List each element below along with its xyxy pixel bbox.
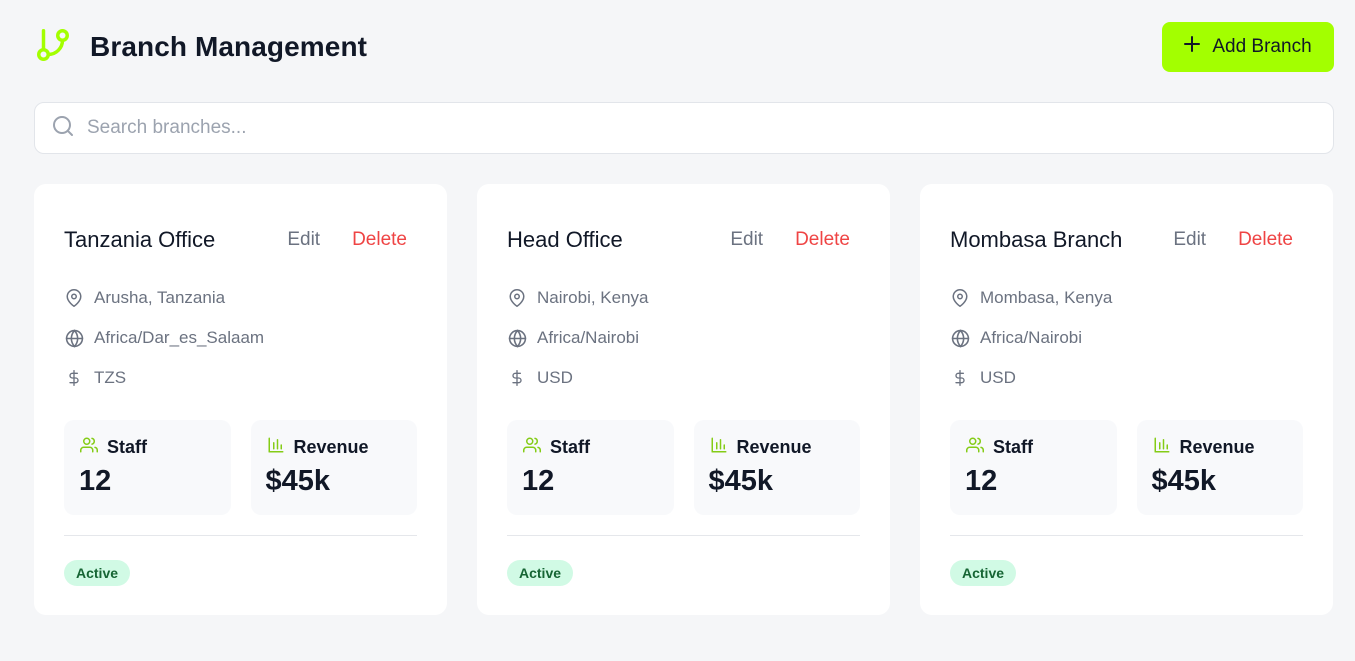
map-pin-icon <box>950 288 970 308</box>
page-title: Branch Management <box>90 31 368 62</box>
title-group: Branch Management <box>34 26 367 69</box>
map-pin-icon <box>507 288 527 308</box>
location-text: Arusha, Tanzania <box>94 288 226 307</box>
dollar-icon <box>64 368 84 388</box>
git-branch-icon <box>34 26 72 69</box>
globe-icon <box>64 328 84 348</box>
card-divider <box>64 535 417 536</box>
location-text: Nairobi, Kenya <box>537 288 649 307</box>
branch-location: Nairobi, Kenya <box>507 278 860 318</box>
globe-icon <box>950 328 970 348</box>
staff-label: Staff <box>107 437 147 457</box>
branch-card: Head Office Edit Delete Nairobi, Kenya A… <box>477 184 890 615</box>
map-pin-icon <box>64 288 84 308</box>
revenue-stat: Revenue $45k <box>693 420 860 515</box>
staff-stat: Staff 12 <box>950 420 1117 515</box>
users-icon <box>965 436 985 459</box>
search-input[interactable] <box>87 117 1333 139</box>
delete-button[interactable]: Delete <box>1238 229 1293 251</box>
currency-text: TZS <box>94 368 127 387</box>
revenue-value: $45k <box>1151 465 1217 497</box>
branch-card: Mombasa Branch Edit Delete Mombasa, Keny… <box>920 184 1333 615</box>
status-badge: Active <box>950 560 1017 586</box>
bar-chart-icon <box>709 436 729 459</box>
edit-button[interactable]: Edit <box>1173 229 1206 251</box>
revenue-value: $45k <box>708 465 774 497</box>
staff-value: 12 <box>965 465 998 497</box>
branch-currency: TZS <box>64 358 417 398</box>
branch-currency: USD <box>950 358 1303 398</box>
users-icon <box>522 436 542 459</box>
search-icon <box>51 114 75 143</box>
delete-button[interactable]: Delete <box>795 229 850 251</box>
bar-chart-icon <box>266 436 286 459</box>
search-bar <box>34 102 1334 154</box>
location-text: Mombasa, Kenya <box>980 288 1113 307</box>
revenue-label: Revenue <box>293 437 369 457</box>
staff-label: Staff <box>550 437 590 457</box>
branch-cards: Tanzania Office Edit Delete Arusha, Tanz… <box>34 184 1334 615</box>
currency-text: USD <box>980 368 1016 387</box>
edit-button[interactable]: Edit <box>287 229 320 251</box>
card-divider <box>950 535 1303 536</box>
page-header: Branch Management Add Branch <box>34 22 1334 72</box>
users-icon <box>79 436 99 459</box>
branch-timezone: Africa/Nairobi <box>950 318 1303 358</box>
status-badge: Active <box>64 560 131 586</box>
staff-value: 12 <box>79 465 112 497</box>
status-badge: Active <box>507 560 574 586</box>
branch-card: Tanzania Office Edit Delete Arusha, Tanz… <box>34 184 447 615</box>
branch-location: Mombasa, Kenya <box>950 278 1303 318</box>
revenue-stat: Revenue $45k <box>250 420 417 515</box>
bar-chart-icon <box>1152 436 1172 459</box>
branch-location: Arusha, Tanzania <box>64 278 417 318</box>
globe-icon <box>507 328 527 348</box>
revenue-label: Revenue <box>736 437 812 457</box>
staff-value: 12 <box>522 465 555 497</box>
card-divider <box>507 535 860 536</box>
staff-stat: Staff 12 <box>507 420 674 515</box>
branch-timezone: Africa/Dar_es_Salaam <box>64 318 417 358</box>
branch-name: Head Office <box>507 227 623 252</box>
plus-icon <box>1184 36 1201 58</box>
revenue-label: Revenue <box>1179 437 1255 457</box>
branch-timezone: Africa/Nairobi <box>507 318 860 358</box>
timezone-text: Africa/Nairobi <box>537 328 640 347</box>
staff-stat: Staff 12 <box>64 420 231 515</box>
staff-label: Staff <box>993 437 1033 457</box>
timezone-text: Africa/Nairobi <box>980 328 1083 347</box>
branch-currency: USD <box>507 358 860 398</box>
timezone-text: Africa/Dar_es_Salaam <box>94 328 265 347</box>
delete-button[interactable]: Delete <box>352 229 407 251</box>
branch-name: Mombasa Branch <box>950 227 1123 252</box>
dollar-icon <box>950 368 970 388</box>
add-branch-button[interactable]: Add Branch <box>1162 22 1334 72</box>
branch-name: Tanzania Office <box>64 227 216 252</box>
revenue-value: $45k <box>265 465 331 497</box>
dollar-icon <box>507 368 527 388</box>
add-branch-label: Add Branch <box>1212 36 1312 57</box>
revenue-stat: Revenue $45k <box>1136 420 1303 515</box>
currency-text: USD <box>537 368 573 387</box>
edit-button[interactable]: Edit <box>730 229 763 251</box>
